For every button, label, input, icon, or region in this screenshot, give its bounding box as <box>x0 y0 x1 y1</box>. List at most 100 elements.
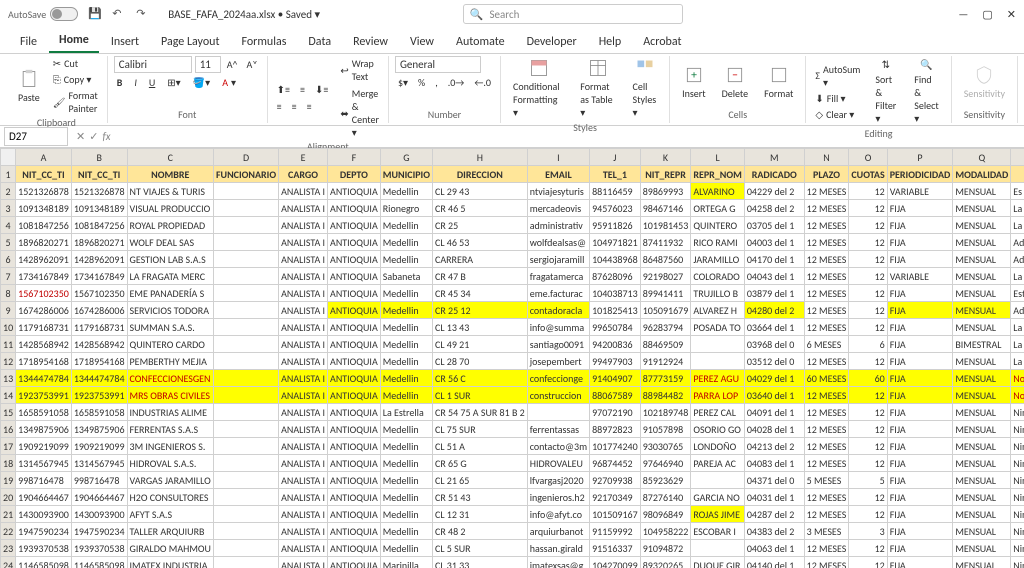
col-R[interactable]: R <box>1011 149 1024 166</box>
cell[interactable]: FIJA <box>887 438 953 455</box>
cell[interactable]: FIJA <box>887 523 953 540</box>
cell[interactable]: CONFECCIONESGEN <box>127 370 213 387</box>
cell[interactable]: CR 65 G <box>432 455 527 472</box>
cell[interactable]: 86487560 <box>640 251 691 268</box>
cell[interactable]: ANALISTA I <box>279 268 328 285</box>
cell[interactable]: CL 29 43 <box>432 183 527 200</box>
cell[interactable]: 1896820271 <box>71 234 127 251</box>
header-cell[interactable]: RADICADO <box>744 166 804 183</box>
save-icon[interactable]: 💾 <box>88 7 102 21</box>
cell[interactable] <box>213 319 278 336</box>
cell[interactable]: La Estrella <box>380 404 432 421</box>
cell[interactable]: 101509167 <box>590 506 641 523</box>
cell[interactable]: CR 25 12 <box>432 302 527 319</box>
cell[interactable]: Medellin <box>380 353 432 370</box>
cell[interactable] <box>691 353 745 370</box>
cell[interactable]: 93030765 <box>640 438 691 455</box>
cell[interactable]: MENSUAL <box>953 438 1011 455</box>
cell[interactable]: 04371 del 0 <box>744 472 804 489</box>
cell[interactable]: 12 MESES <box>804 438 849 455</box>
col-P[interactable]: P <box>887 149 953 166</box>
tab-review[interactable]: Review <box>343 31 398 53</box>
row-12[interactable]: 12 <box>1 353 16 370</box>
cell[interactable]: 03512 del 0 <box>744 353 804 370</box>
cell[interactable]: FIJA <box>887 285 953 302</box>
cell[interactable]: 12 <box>849 404 887 421</box>
cell[interactable]: 1428568942 <box>71 336 127 353</box>
cell[interactable]: CL 28 70 <box>432 353 527 370</box>
cell[interactable]: 94576023 <box>590 200 641 217</box>
cell[interactable]: VARGAS JARAMILLO <box>127 472 213 489</box>
cell[interactable]: 12 MESES <box>804 217 849 234</box>
italic-button[interactable]: I <box>131 75 140 90</box>
cell[interactable]: 12 <box>849 217 887 234</box>
cell[interactable]: CR 25 <box>432 217 527 234</box>
cell[interactable]: 88972823 <box>590 421 641 438</box>
cell[interactable]: 1939370538 <box>71 540 127 557</box>
header-cell[interactable]: MODALIDAD <box>953 166 1011 183</box>
header-cell[interactable]: NIT_REPR <box>640 166 691 183</box>
cell[interactable]: 99497903 <box>590 353 641 370</box>
cell[interactable]: ANALISTA I <box>279 540 328 557</box>
cell[interactable]: Sabaneta <box>380 268 432 285</box>
cell[interactable]: AFYT S.A.S <box>127 506 213 523</box>
cell[interactable]: Medellin <box>380 234 432 251</box>
cell[interactable]: PAREJA AC <box>691 455 745 472</box>
cell[interactable]: ingenieros.h2 <box>527 489 589 506</box>
cell[interactable]: ANTIOQUIA <box>328 183 381 200</box>
cell[interactable] <box>213 489 278 506</box>
cell[interactable]: 1658591058 <box>16 404 72 421</box>
cut-button[interactable]: ✂Cut <box>50 56 101 71</box>
cell[interactable]: Ninguno <box>1011 421 1024 438</box>
format-table-button[interactable]: Format as Table ▾ <box>574 56 622 121</box>
cell[interactable]: 1896820271 <box>16 234 72 251</box>
cell[interactable]: 04258 del 2 <box>744 200 804 217</box>
cell[interactable]: wolfdealsas@ <box>527 234 589 251</box>
cell[interactable]: 1146585098 <box>16 557 72 568</box>
cell[interactable]: 87276140 <box>640 489 691 506</box>
cell[interactable]: ALVARINO <box>691 183 745 200</box>
cell[interactable]: Ninguno <box>1011 455 1024 472</box>
cell[interactable]: 1718954168 <box>16 353 72 370</box>
underline-button[interactable]: U <box>146 75 158 90</box>
row-6[interactable]: 6 <box>1 251 16 268</box>
row-10[interactable]: 10 <box>1 319 16 336</box>
cell[interactable]: IMATEX INDUSTRIA <box>127 557 213 568</box>
header-cell[interactable]: OBSERVACION <box>1011 166 1024 183</box>
cell[interactable]: 1314567945 <box>16 455 72 472</box>
cell[interactable]: confeccionge <box>527 370 589 387</box>
cell[interactable]: 99650784 <box>590 319 641 336</box>
cell[interactable]: ALVAREZ H <box>691 302 745 319</box>
cell[interactable]: 12 <box>849 319 887 336</box>
cell[interactable]: 12 <box>849 387 887 404</box>
cell[interactable]: 12 <box>849 540 887 557</box>
cell[interactable]: 95911826 <box>590 217 641 234</box>
cell[interactable]: josepembert <box>527 353 589 370</box>
cell[interactable]: 1909219099 <box>16 438 72 455</box>
cell[interactable]: FIJA <box>887 489 953 506</box>
cell[interactable]: 12 <box>849 353 887 370</box>
col-O[interactable]: O <box>849 149 887 166</box>
cell[interactable]: ANALISTA I <box>279 217 328 234</box>
cell[interactable]: FIJA <box>887 472 953 489</box>
cell[interactable]: CL 51 A <box>432 438 527 455</box>
cell[interactable]: hassan.girald <box>527 540 589 557</box>
cell[interactable]: CL 46 53 <box>432 234 527 251</box>
cell[interactable] <box>213 353 278 370</box>
cell[interactable]: 12 MESES <box>804 268 849 285</box>
tab-formulas[interactable]: Formulas <box>231 31 296 53</box>
cell[interactable]: ANALISTA I <box>279 234 328 251</box>
cell[interactable]: Ninguno <box>1011 557 1024 568</box>
cell[interactable]: La solicitud <box>1011 217 1024 234</box>
cell[interactable]: Establecer el valor de la <box>1011 285 1024 302</box>
cell[interactable]: VARIABLE <box>887 183 953 200</box>
align-top-icon[interactable]: ⬆≡ <box>274 82 293 97</box>
cell[interactable]: Medellin <box>380 472 432 489</box>
cell[interactable]: MENSUAL <box>953 540 1011 557</box>
col-D[interactable]: D <box>213 149 278 166</box>
cell[interactable]: 89869993 <box>640 183 691 200</box>
percent-icon[interactable]: % <box>415 75 428 90</box>
cell[interactable]: PEREZ AGU <box>691 370 745 387</box>
cell[interactable]: 03968 del 0 <box>744 336 804 353</box>
cell[interactable]: ANTIOQUIA <box>328 268 381 285</box>
